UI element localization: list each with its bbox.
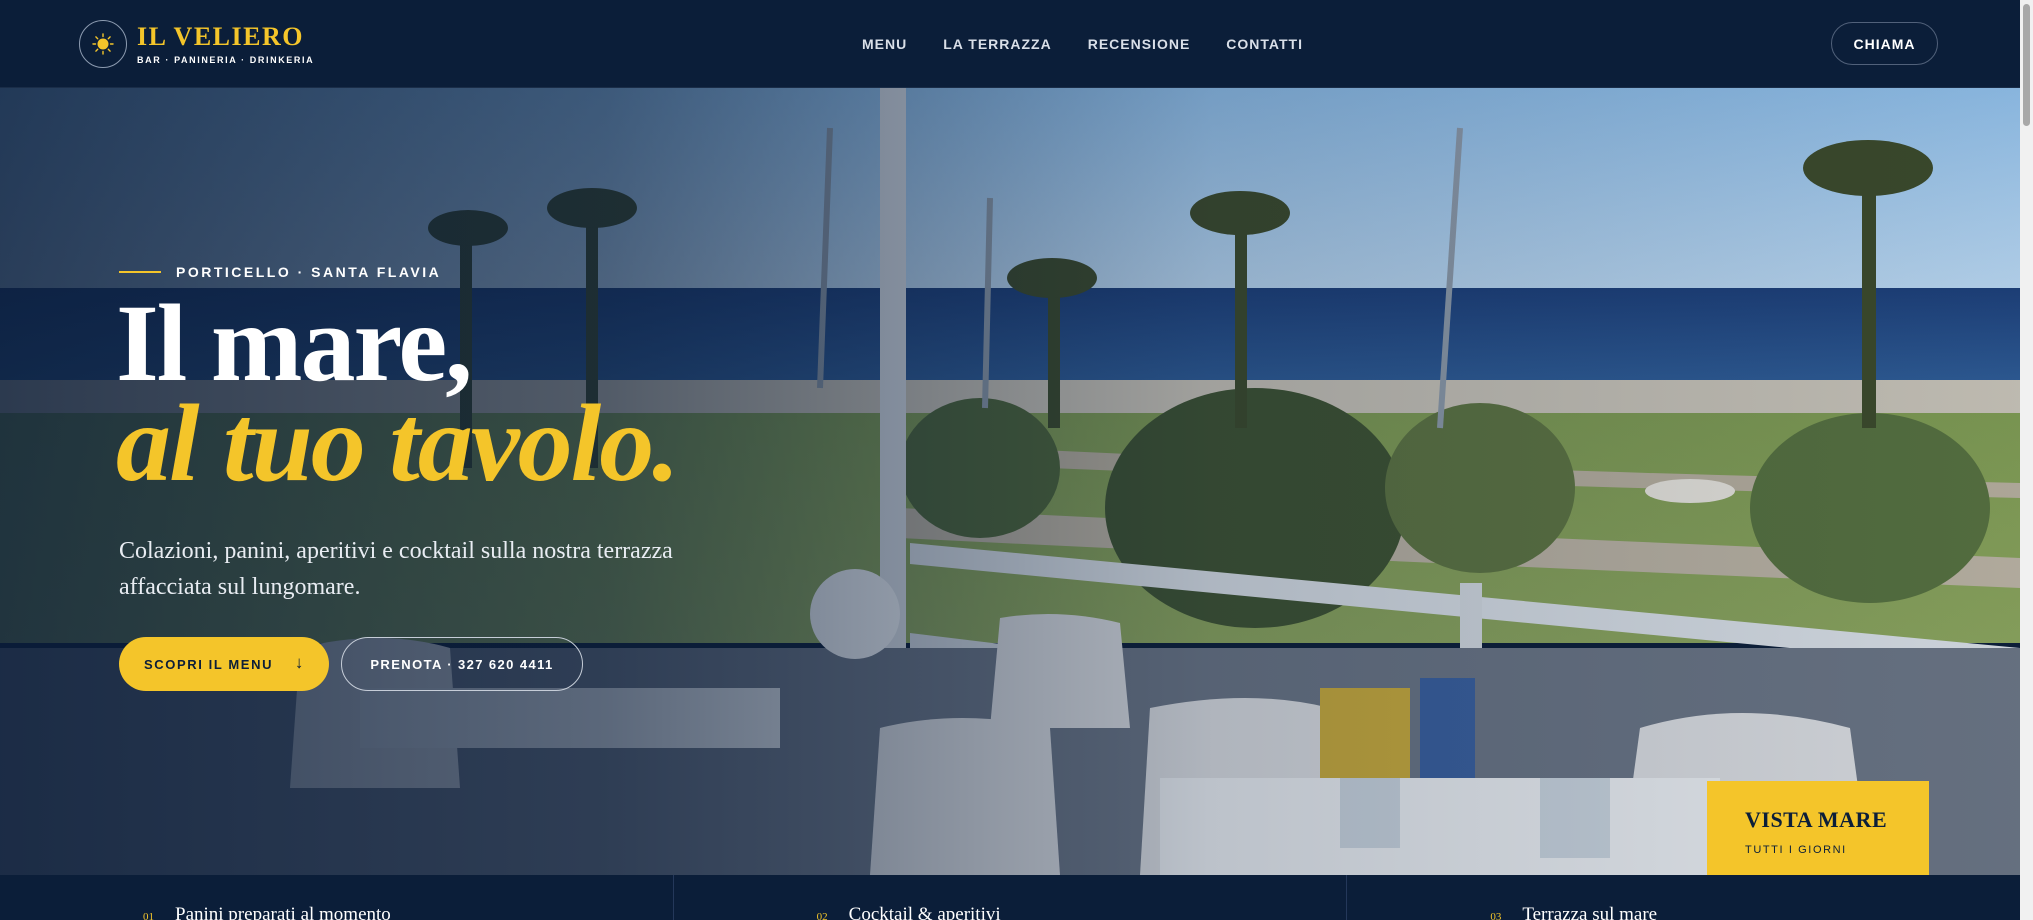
nav-item-recensione[interactable]: RECENSIONE (1088, 36, 1191, 52)
feature-title: Panini preparati al momento (175, 904, 391, 920)
sea-view-badge: VISTA MARE TUTTI I GIORNI (1707, 781, 1929, 875)
discover-menu-button[interactable]: SCOPRI IL MENU ↓ (119, 637, 329, 691)
feature-number: 03 (1490, 911, 1502, 920)
nav-item-menu[interactable]: MENU (862, 36, 907, 52)
nav-item-la-terrazza[interactable]: LA TERRAZZA (943, 36, 1051, 52)
badge-subtitle: TUTTI I GIORNI (1745, 844, 1847, 856)
eyebrow-divider (119, 271, 161, 273)
discover-menu-label: SCOPRI IL MENU (144, 656, 274, 672)
call-button[interactable]: CHIAMA (1831, 22, 1938, 65)
nav-item-contatti[interactable]: CONTATTI (1226, 36, 1303, 52)
page-scrollbar[interactable] (2020, 0, 2033, 920)
hero-subtitle: Colazioni, panini, aperitivi e cocktail … (119, 538, 673, 600)
feature-number: 01 (143, 911, 154, 920)
main-nav: MENU LA TERRAZZA RECENSIONE CONTATTI (862, 36, 1303, 52)
feature-title: Terrazza sul mare (1522, 904, 1658, 920)
book-phone-button[interactable]: PRENOTA · 327 620 4411 (341, 637, 583, 691)
scrollbar-thumb[interactable] (2023, 4, 2030, 126)
brand-text: IL VELIERO BAR · PANINERIA · DRINKERIA (137, 21, 315, 65)
feature-number: 02 (816, 911, 828, 920)
brand-name: IL VELIERO (137, 21, 304, 51)
features-strip: 01 Panini preparati al momento 02 Cockta… (0, 875, 2020, 920)
brand-tagline: BAR · PANINERIA · DRINKERIA (137, 54, 315, 65)
hero-section: PORTICELLO · SANTA FLAVIA Il mare, al tu… (0, 88, 2020, 875)
hero-eyebrow: PORTICELLO · SANTA FLAVIA (119, 264, 441, 280)
site-header: IL VELIERO BAR · PANINERIA · DRINKERIA M… (0, 0, 2020, 88)
brand-logo[interactable]: IL VELIERO BAR · PANINERIA · DRINKERIA (79, 19, 314, 69)
feature-item: 01 Panini preparati al momento (0, 875, 674, 920)
feature-title: Cocktail & aperitivi (848, 904, 1001, 920)
hero-title-line2: al tuo tavolo. (116, 382, 680, 504)
badge-title: VISTA MARE (1745, 807, 1888, 832)
arrow-down-icon: ↓ (294, 653, 305, 672)
hero-location: PORTICELLO · SANTA FLAVIA (176, 264, 442, 280)
sun-icon (79, 20, 127, 68)
feature-item: 03 Terrazza sul mare (1347, 875, 2020, 920)
feature-item: 02 Cocktail & aperitivi (674, 875, 1348, 920)
